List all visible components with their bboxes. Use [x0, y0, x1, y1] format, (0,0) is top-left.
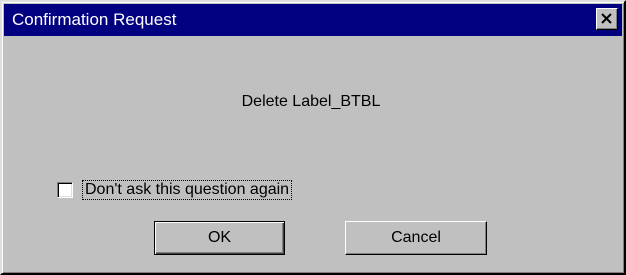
confirmation-dialog: Confirmation Request Delete Label_BTBL D…	[0, 0, 626, 275]
dont-ask-again-checkbox[interactable]	[57, 182, 73, 198]
dialog-title: Confirmation Request	[12, 10, 177, 29]
close-button[interactable]	[596, 8, 618, 30]
confirmation-message: Delete Label_BTBL	[241, 93, 381, 110]
dont-ask-again-option[interactable]: Don't ask this question again	[57, 179, 293, 201]
dont-ask-again-label[interactable]: Don't ask this question again	[81, 180, 293, 200]
ok-button[interactable]: OK	[154, 221, 285, 255]
title-bar[interactable]: Confirmation Request	[4, 4, 622, 36]
cancel-button[interactable]: Cancel	[345, 221, 487, 255]
close-icon	[601, 13, 612, 24]
